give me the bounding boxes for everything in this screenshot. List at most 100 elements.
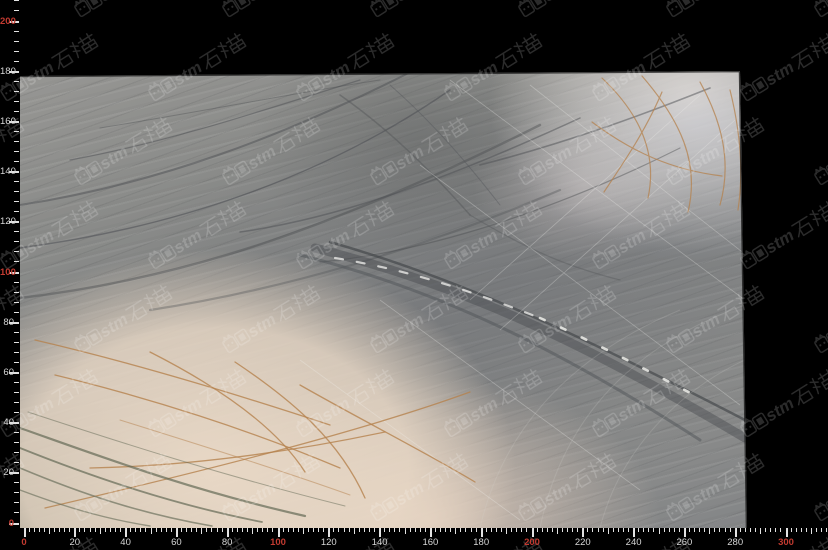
vertical-ruler-tick bbox=[14, 342, 19, 343]
horizontal-ruler-tick bbox=[745, 528, 746, 532]
vertical-ruler-tick bbox=[14, 231, 19, 232]
watermark-brand-mark: stm bbox=[810, 446, 828, 526]
horizontal-ruler-tick bbox=[333, 528, 334, 532]
horizontal-ruler-tick bbox=[145, 528, 146, 532]
horizontal-ruler-tick bbox=[760, 528, 761, 534]
horizontal-ruler-tick bbox=[592, 528, 593, 532]
watermark-brand-mark: stm bbox=[0, 530, 104, 550]
horizontal-ruler-tick bbox=[338, 528, 339, 532]
horizontal-ruler-tick bbox=[293, 528, 294, 532]
horizontal-ruler-tick bbox=[582, 528, 584, 537]
horizontal-ruler-tick bbox=[283, 528, 284, 532]
horizontal-ruler-tick bbox=[120, 528, 121, 532]
horizontal-ruler-tick bbox=[577, 528, 578, 532]
horizontal-ruler-label: 200 bbox=[519, 537, 545, 548]
horizontal-ruler-tick bbox=[420, 528, 421, 532]
watermark-cjk-shi bbox=[792, 49, 815, 70]
horizontal-ruler-tick bbox=[166, 528, 167, 532]
horizontal-ruler-tick bbox=[54, 528, 55, 532]
horizontal-ruler-tick bbox=[765, 528, 766, 532]
horizontal-ruler-tick bbox=[237, 528, 238, 532]
horizontal-ruler-tick bbox=[694, 528, 695, 532]
watermark-logo-icon bbox=[813, 0, 828, 17]
vertical-ruler-label: 80 bbox=[0, 317, 14, 328]
horizontal-ruler-tick bbox=[643, 528, 644, 532]
horizontal-ruler-tick bbox=[603, 528, 604, 532]
vertical-ruler-tick bbox=[14, 312, 19, 313]
watermark-cjk-shi bbox=[792, 385, 815, 406]
watermark-text: stm bbox=[762, 57, 797, 89]
vertical-ruler-tick bbox=[9, 422, 19, 424]
horizontal-ruler-tick bbox=[816, 528, 817, 532]
watermark-cjk-mao bbox=[365, 536, 394, 550]
horizontal-ruler-tick bbox=[532, 528, 534, 537]
horizontal-ruler-label: 220 bbox=[570, 537, 596, 548]
watermark-logo-icon bbox=[739, 242, 769, 269]
watermark-logo-icon bbox=[813, 494, 828, 521]
horizontal-ruler-tick bbox=[359, 528, 360, 532]
watermark-text: stm bbox=[762, 393, 797, 425]
vertical-ruler-label: 0 bbox=[0, 518, 14, 529]
horizontal-ruler-tick bbox=[542, 528, 543, 532]
horizontal-ruler-tick bbox=[222, 528, 223, 532]
horizontal-ruler-tick bbox=[811, 528, 812, 534]
horizontal-ruler-tick bbox=[379, 528, 381, 537]
horizontal-ruler-tick bbox=[435, 528, 436, 532]
horizontal-ruler-tick bbox=[262, 528, 263, 532]
vertical-ruler-tick bbox=[14, 392, 19, 393]
watermark-cjk-mao bbox=[809, 200, 828, 227]
vertical-ruler-tick bbox=[9, 71, 19, 73]
horizontal-ruler-tick bbox=[719, 528, 720, 532]
horizontal-ruler-tick bbox=[69, 528, 70, 532]
horizontal-ruler-tick bbox=[567, 528, 568, 532]
horizontal-ruler-tick bbox=[257, 528, 258, 532]
vertical-ruler-tick bbox=[9, 21, 19, 23]
vertical-ruler-tick bbox=[14, 251, 19, 252]
horizontal-ruler-tick bbox=[369, 528, 370, 532]
stone-slab-photo bbox=[0, 0, 828, 550]
horizontal-ruler-tick bbox=[232, 528, 233, 532]
horizontal-ruler-tick bbox=[740, 528, 741, 532]
vertical-ruler-tick bbox=[14, 512, 19, 513]
horizontal-ruler-tick bbox=[750, 528, 751, 532]
horizontal-ruler-tick bbox=[689, 528, 690, 532]
watermark-text: stm bbox=[540, 0, 575, 5]
watermark-logo-icon bbox=[813, 326, 828, 353]
vertical-ruler-tick bbox=[9, 221, 19, 223]
horizontal-ruler-tick bbox=[755, 528, 756, 532]
watermark-cjk-shi bbox=[52, 49, 75, 70]
watermark-cjk-mao bbox=[217, 536, 246, 550]
horizontal-ruler-tick bbox=[374, 528, 375, 532]
watermark-text: stm bbox=[392, 0, 427, 5]
horizontal-ruler-tick bbox=[191, 528, 192, 532]
watermark-brand-mark: stm bbox=[366, 0, 474, 22]
horizontal-ruler-tick bbox=[354, 528, 355, 534]
watermark-brand-mark: stm bbox=[514, 0, 622, 22]
horizontal-ruler-tick bbox=[272, 528, 273, 532]
horizontal-ruler-tick bbox=[628, 528, 629, 532]
watermark-cjk-mao bbox=[69, 32, 98, 59]
vertical-ruler-tick bbox=[14, 81, 19, 82]
horizontal-ruler-tick bbox=[288, 528, 289, 532]
horizontal-ruler-tick bbox=[349, 528, 350, 532]
horizontal-ruler-tick bbox=[465, 528, 466, 532]
horizontal-ruler-tick bbox=[125, 528, 127, 537]
watermark-cjk-mao bbox=[809, 368, 828, 395]
horizontal-ruler-tick bbox=[267, 528, 268, 532]
horizontal-ruler-tick bbox=[674, 528, 675, 532]
horizontal-ruler-tick bbox=[105, 528, 106, 532]
vertical-ruler-tick bbox=[14, 412, 19, 413]
horizontal-ruler-tick bbox=[410, 528, 411, 532]
horizontal-ruler-tick bbox=[562, 528, 563, 532]
vertical-ruler-tick bbox=[9, 322, 19, 324]
horizontal-ruler-tick bbox=[516, 528, 517, 532]
horizontal-ruler-tick bbox=[826, 528, 827, 532]
horizontal-ruler-tick bbox=[186, 528, 187, 532]
horizontal-ruler-tick bbox=[714, 528, 715, 532]
watermark-cjk-mao bbox=[365, 32, 394, 59]
watermark-brand-mark: stm bbox=[736, 26, 828, 106]
vertical-ruler-tick bbox=[14, 151, 19, 152]
watermark-cjk-mao bbox=[513, 536, 542, 550]
vertical-ruler-tick bbox=[14, 181, 19, 182]
horizontal-ruler-tick bbox=[618, 528, 619, 532]
